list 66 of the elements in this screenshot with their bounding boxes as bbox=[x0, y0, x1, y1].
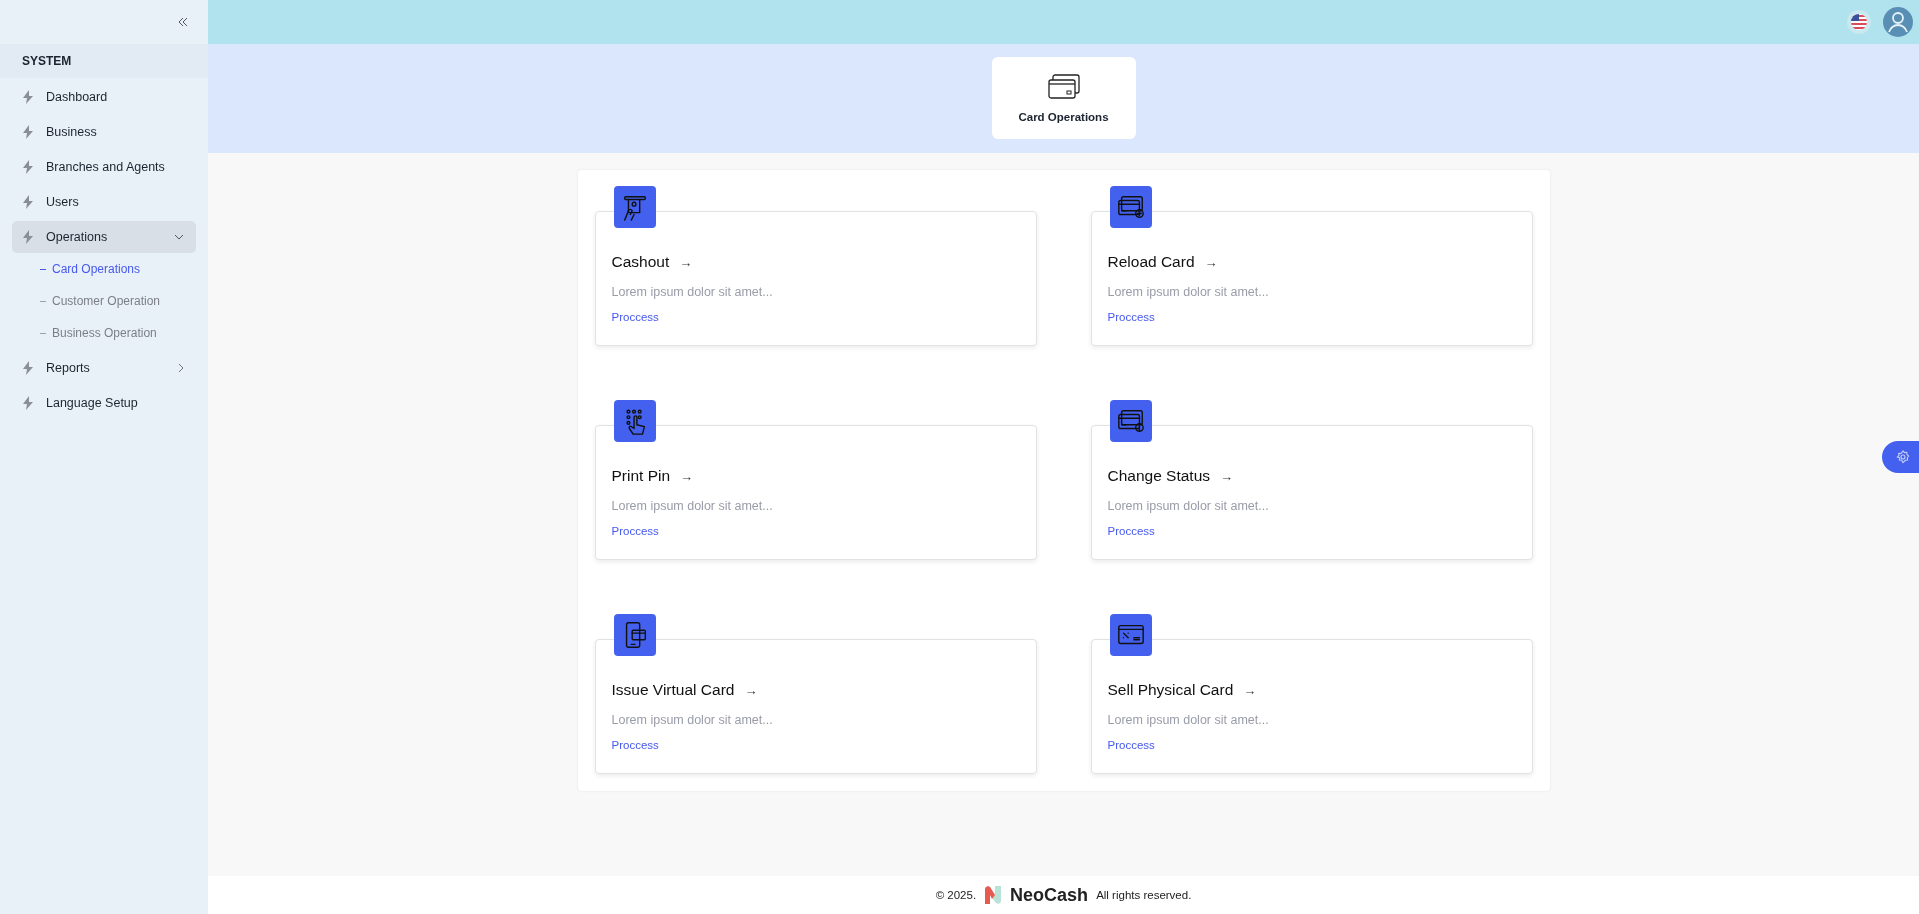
process-link[interactable]: Proccess bbox=[1107, 739, 1155, 751]
arrow-icon: → bbox=[679, 254, 693, 270]
sidebar-item-label: Operations bbox=[46, 230, 109, 244]
process-link[interactable]: Proccess bbox=[611, 739, 659, 751]
arrow-icon: → bbox=[680, 468, 694, 484]
avatar-icon[interactable] bbox=[1883, 7, 1913, 37]
sidebar-item[interactable]: Operations bbox=[12, 221, 196, 253]
submenu-item[interactable]: Card Operations bbox=[0, 253, 208, 285]
process-link[interactable]: Proccess bbox=[1107, 525, 1155, 537]
card-description: Lorem ipsum dolor sit amet... bbox=[1107, 285, 1270, 299]
process-link[interactable]: Proccess bbox=[611, 311, 659, 323]
bolt-icon bbox=[22, 125, 34, 139]
page-tab[interactable]: Card Operations bbox=[991, 57, 1136, 139]
sidebar-item[interactable]: Users bbox=[12, 186, 196, 218]
operation-card[interactable]: Print Pin → Lorem ipsum dolor sit amet... Proccess bbox=[594, 425, 1037, 560]
card-description: Lorem ipsum dolor sit amet... bbox=[611, 499, 774, 513]
cards-icon bbox=[1047, 73, 1080, 101]
process-link[interactable]: Proccess bbox=[1107, 311, 1155, 323]
sidebar-item-label: Language Setup bbox=[46, 396, 139, 410]
bolt-icon bbox=[22, 195, 34, 209]
sidebar-item[interactable]: Branches and Agents bbox=[12, 151, 196, 183]
bolt-icon bbox=[22, 230, 34, 244]
submenu-item[interactable]: Customer Operation bbox=[0, 285, 208, 317]
sidebar-item-label: Business bbox=[46, 125, 98, 139]
collapse-icon[interactable] bbox=[178, 17, 188, 27]
card-title: Issue Virtual Card bbox=[611, 681, 735, 699]
operation-card[interactable]: Change Status → Lorem ipsum dolor sit amet... Proccess bbox=[1090, 425, 1533, 560]
logo-icon bbox=[984, 885, 1003, 905]
arrow-icon: → bbox=[744, 682, 758, 698]
arrow-icon: → bbox=[1243, 682, 1257, 698]
sidebar-item[interactable]: Dashboard bbox=[12, 81, 196, 113]
sidebar-item[interactable]: Reports bbox=[12, 352, 196, 384]
card-description: Lorem ipsum dolor sit amet... bbox=[1107, 499, 1270, 513]
arrow-icon: → bbox=[1220, 468, 1234, 484]
sidebar-item-label: Branches and Agents bbox=[46, 160, 166, 174]
bolt-icon bbox=[22, 361, 34, 375]
card-title: Cashout bbox=[611, 253, 670, 271]
arrow-icon: → bbox=[1204, 254, 1218, 270]
operation-card[interactable]: Issue Virtual Card → Lorem ipsum dolor sit amet... Proccess bbox=[594, 639, 1037, 774]
card-title: Reload Card bbox=[1107, 253, 1195, 271]
bolt-icon bbox=[22, 160, 34, 174]
bolt-icon bbox=[22, 396, 34, 410]
sidebar-item[interactable]: Language Setup bbox=[12, 387, 196, 419]
brand-name: NeoCash bbox=[1010, 884, 1089, 906]
card-description: Lorem ipsum dolor sit amet... bbox=[1107, 713, 1270, 727]
sidebar-item-label: Reports bbox=[46, 361, 91, 375]
sidebar-item-label: Users bbox=[46, 195, 80, 209]
card-title: Print Pin bbox=[611, 467, 671, 485]
flag-icon[interactable] bbox=[1847, 10, 1871, 34]
operation-card[interactable]: Sell Physical Card → Lorem ipsum dolor sit amet... Proccess bbox=[1090, 639, 1533, 774]
operation-card[interactable]: Cashout → Lorem ipsum dolor sit amet... Proccess bbox=[594, 211, 1037, 346]
rights-text: All rights reserved. bbox=[1096, 889, 1192, 901]
card-title: Change Status bbox=[1107, 467, 1211, 485]
card-title: Sell Physical Card bbox=[1107, 681, 1234, 699]
bolt-icon bbox=[22, 90, 34, 104]
card-description: Lorem ipsum dolor sit amet... bbox=[611, 285, 774, 299]
settings-icon bbox=[1895, 450, 1910, 464]
operation-card[interactable]: Reload Card → Lorem ipsum dolor sit amet... Proccess bbox=[1090, 211, 1533, 346]
card-description: Lorem ipsum dolor sit amet... bbox=[611, 713, 774, 727]
copyright-text: © 2025. bbox=[935, 889, 977, 901]
sidebar-item[interactable]: Business bbox=[12, 116, 196, 148]
submenu-item[interactable]: Business Operation bbox=[0, 317, 208, 349]
section-heading: SYSTEM bbox=[0, 44, 208, 78]
sidebar-item-label: Dashboard bbox=[46, 90, 109, 104]
settings-button[interactable] bbox=[1882, 441, 1919, 473]
process-link[interactable]: Proccess bbox=[611, 525, 659, 537]
